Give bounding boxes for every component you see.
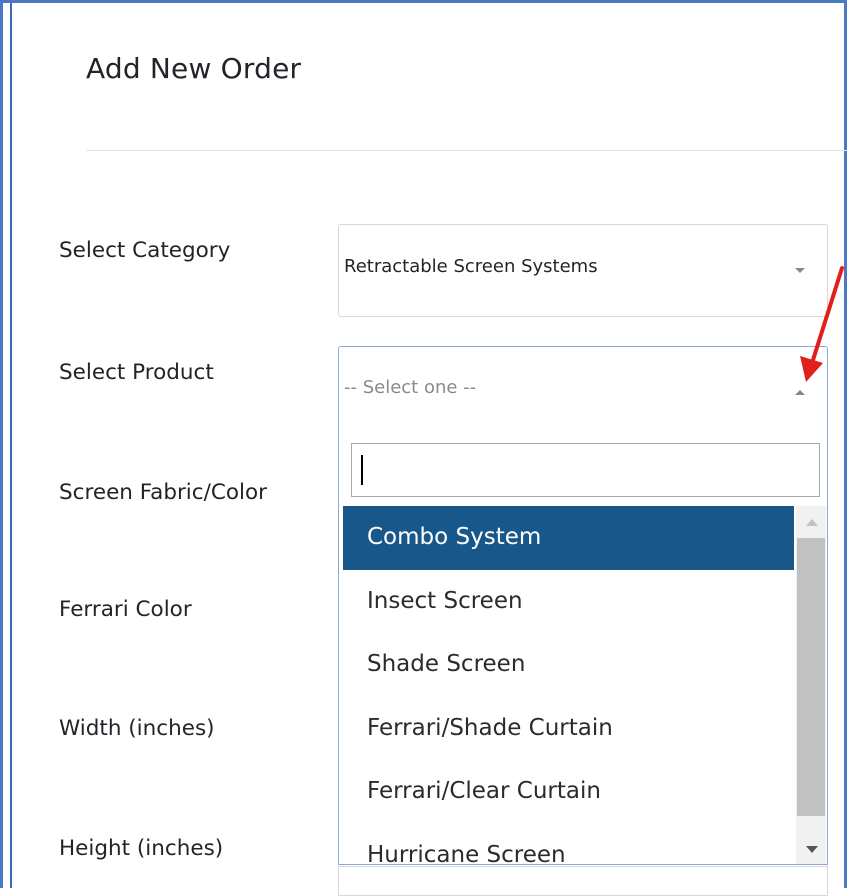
option-hurricane-screen[interactable]: Hurricane Screen: [343, 824, 794, 865]
select-category-label: Select Category: [59, 238, 231, 263]
select-product-label: Select Product: [59, 360, 214, 385]
product-select[interactable]: -- Select one --: [338, 346, 828, 433]
option-ferrari-shade-curtain[interactable]: Ferrari/Shade Curtain: [343, 697, 794, 761]
chevron-up-icon: [795, 390, 805, 395]
dropdown-search-input[interactable]: [351, 443, 820, 497]
page-title: Add New Order: [86, 52, 302, 85]
height-input[interactable]: [338, 866, 828, 896]
width-inches-label: Width (inches): [59, 716, 215, 741]
screen-fabric-color-label: Screen Fabric/Color: [59, 480, 267, 505]
dropdown-options: Combo System Insect Screen Shade Screen …: [343, 506, 794, 865]
option-insect-screen[interactable]: Insect Screen: [343, 570, 794, 634]
left-accent-border: [10, 3, 12, 888]
product-select-placeholder: -- Select one --: [344, 377, 477, 398]
scroll-down-arrow-icon[interactable]: [806, 846, 818, 853]
ferrari-color-label: Ferrari Color: [59, 597, 192, 622]
title-divider: [86, 150, 847, 151]
height-inches-label: Height (inches): [59, 836, 224, 861]
text-cursor: [361, 455, 363, 485]
red-annotation-arrow-icon: [800, 266, 844, 382]
category-select[interactable]: Retractable Screen Systems: [338, 224, 828, 317]
option-ferrari-clear-curtain[interactable]: Ferrari/Clear Curtain: [343, 760, 794, 824]
product-dropdown: Combo System Insect Screen Shade Screen …: [338, 432, 828, 865]
scroll-thumb[interactable]: [797, 538, 825, 816]
scroll-up-arrow-icon[interactable]: [806, 519, 818, 526]
dropdown-scrollbar[interactable]: [796, 506, 826, 864]
category-select-value: Retractable Screen Systems: [344, 256, 598, 277]
option-shade-screen[interactable]: Shade Screen: [343, 633, 794, 697]
option-combo-system[interactable]: Combo System: [343, 506, 794, 570]
